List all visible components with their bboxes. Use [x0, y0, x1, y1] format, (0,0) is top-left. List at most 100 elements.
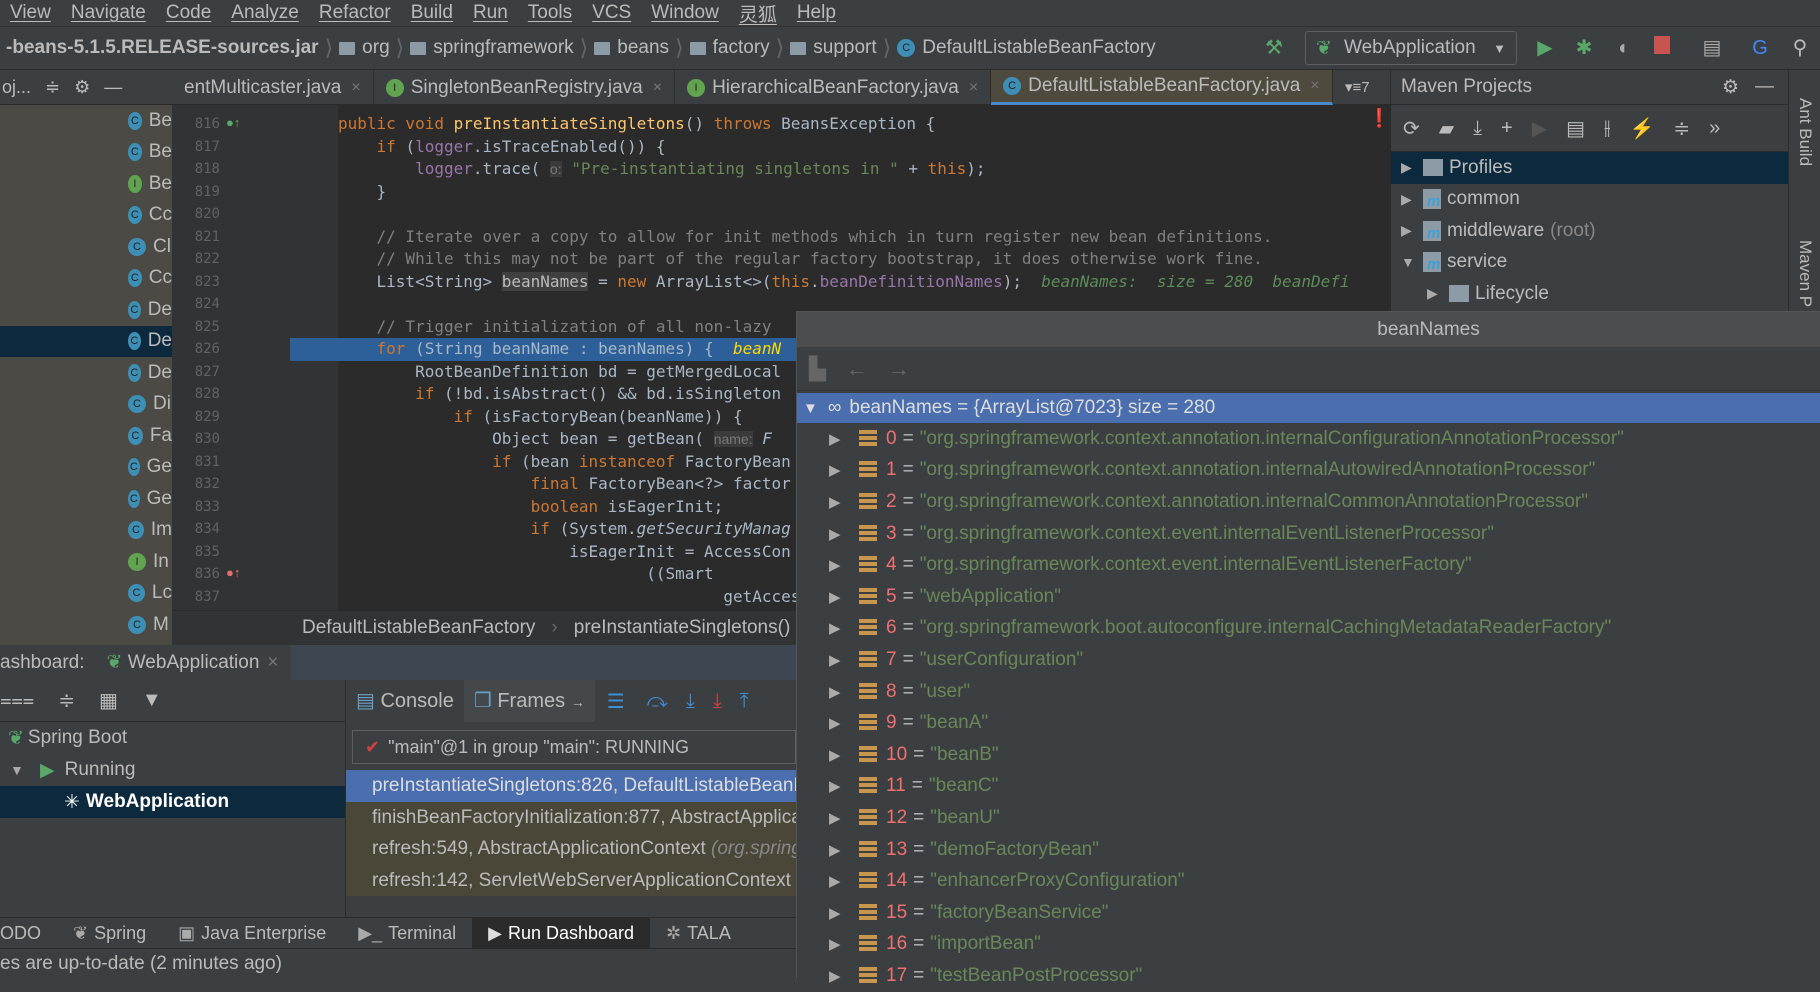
variable-row[interactable]: ▶ 9 = "beanA" — [797, 707, 1820, 739]
breadcrumb-item[interactable]: factory — [684, 37, 776, 59]
variable-row[interactable]: ▶ 12 = "beanU" — [797, 802, 1820, 834]
download-icon[interactable]: ⤓ — [1473, 117, 1482, 140]
tool-tab-tala[interactable]: ✲ TALA — [650, 918, 747, 949]
tab-entmulticaster[interactable]: entMulticaster.java × — [172, 70, 374, 105]
menu-item[interactable]: Window — [641, 2, 729, 24]
group-icon[interactable]: ▦ — [99, 688, 118, 713]
run-goal-icon[interactable]: ▶ — [1532, 116, 1547, 141]
minimize-icon[interactable]: — — [1755, 76, 1774, 98]
tab-hierarchicalbeanfactory[interactable]: I HierarchicalBeanFactory.java × — [675, 70, 992, 105]
gear-icon[interactable]: ⚙ — [1722, 76, 1739, 99]
close-icon[interactable]: × — [267, 652, 278, 673]
folder-icon[interactable]: ▙ — [809, 356, 826, 382]
variable-row[interactable]: ▶ 3 = "org.springframework.context.event.in… — [797, 518, 1820, 550]
project-tree-item[interactable]: C Cl — [0, 231, 172, 263]
thread-select[interactable]: ✔ "main"@1 in group "main": RUNNING — [352, 730, 796, 764]
lambda-gutter-icon[interactable]: ●↑ — [226, 565, 240, 580]
variable-row[interactable]: ▶ 14 = "enhancerProxyConfiguration" — [797, 865, 1820, 897]
step-over-icon[interactable]: ⤼ — [647, 690, 668, 713]
expand-arrow-icon[interactable]: ▶ — [829, 430, 859, 448]
project-tree-item[interactable]: C Ge — [0, 483, 172, 515]
expand-arrow-icon[interactable]: ▶ — [829, 714, 859, 732]
tree-item-webapplication[interactable]: ✳ WebApplication — [0, 786, 345, 818]
project-structure-icon[interactable]: ▤ — [1700, 36, 1724, 60]
variable-row[interactable]: ▶ 13 = "demoFactoryBean" — [797, 834, 1820, 866]
show-execution-point-icon[interactable]: ☰ — [607, 689, 625, 714]
expand-arrow-icon[interactable]: ▶ — [1427, 285, 1449, 302]
maven-projects-tab[interactable]: Maven P — [1795, 240, 1815, 307]
expand-arrow-icon[interactable]: ▶ — [829, 683, 859, 701]
run-configuration-select[interactable]: ❦ WebApplication ▼ — [1305, 31, 1517, 65]
menu-item[interactable]: Refactor — [309, 2, 401, 24]
project-tree-item[interactable]: I Be — [0, 168, 172, 200]
tool-tab-java-enterprise[interactable]: ▣ Java Enterprise — [162, 918, 342, 949]
expand-arrow-icon[interactable]: ▶ — [829, 904, 859, 922]
variable-row[interactable]: ▶ 4 = "org.springframework.context.event.in… — [797, 549, 1820, 581]
build-hammer-icon[interactable]: ⚒ — [1262, 36, 1286, 60]
menu-item[interactable]: 灵狐 — [729, 0, 787, 27]
menu-item[interactable]: Analyze — [221, 2, 309, 24]
skip-tests-icon[interactable]: ⚡ — [1629, 116, 1654, 141]
breadcrumb-item[interactable]: beans — [588, 37, 675, 59]
maven-item-profiles[interactable]: ▶ Profiles — [1391, 152, 1788, 184]
breadcrumb-item[interactable]: springframework — [404, 37, 579, 59]
tool-tab-terminal[interactable]: ▶_ Terminal — [342, 918, 472, 949]
gear-icon[interactable]: ⚙ — [74, 77, 90, 98]
variable-row[interactable]: ▶ 15 = "factoryBeanService" — [797, 897, 1820, 929]
maven-item-lifecycle[interactable]: ▶ Lifecycle — [1391, 278, 1788, 310]
maven-settings-icon[interactable]: ▤ — [1566, 116, 1585, 141]
expand-arrow-icon[interactable]: ▶ — [829, 619, 859, 637]
force-step-into-icon[interactable]: ⤓ — [713, 690, 722, 713]
minimize-icon[interactable]: — — [104, 77, 122, 98]
implements-gutter-icon[interactable]: ●↑ — [226, 115, 240, 130]
toggle-offline-icon[interactable]: ⫲ — [1604, 117, 1610, 140]
collapse-all-icon[interactable]: ≑ — [1673, 116, 1690, 141]
tab-overflow-button[interactable]: ▾≡7 — [1345, 78, 1370, 96]
run-icon[interactable]: ▶ — [1533, 36, 1557, 60]
expand-arrow-icon[interactable]: ▶ — [829, 777, 859, 795]
project-tree-item[interactable]: C Ge — [0, 452, 172, 484]
close-icon[interactable]: × — [351, 79, 360, 97]
stop-icon[interactable] — [1650, 36, 1674, 60]
project-tree-item[interactable]: CM — [0, 609, 172, 641]
project-tree-item[interactable]: C Di — [0, 389, 172, 421]
project-tree-item[interactable]: C Be — [0, 105, 172, 137]
breadcrumb-item[interactable]: C DefaultListableBeanFactory — [891, 37, 1161, 59]
expand-arrow-icon[interactable]: ▶ — [829, 461, 859, 479]
variable-row[interactable]: ▶ 17 = "testBeanPostProcessor" — [797, 960, 1820, 992]
expand-arrow-icon[interactable]: ▶ — [1401, 159, 1423, 176]
stack-frame[interactable]: preInstantiateSingletons:826, DefaultLis… — [346, 770, 796, 802]
run-dashboard-tab-webapp[interactable]: ❦ WebApplication × — [94, 645, 291, 680]
expand-arrow-icon[interactable]: ▶ — [829, 809, 859, 827]
menu-item[interactable]: Run — [463, 2, 518, 24]
variable-row[interactable]: ▶ 5 = "webApplication" — [797, 581, 1820, 613]
expand-arrow-icon[interactable]: ▶ — [829, 588, 859, 606]
project-tree-item[interactable]: C Fa — [0, 420, 172, 452]
project-tree-item[interactable]: C De — [0, 294, 172, 326]
forward-arrow-icon[interactable]: → — [888, 356, 910, 382]
step-into-icon[interactable]: ⤓ — [686, 690, 695, 713]
tree-item-spring-boot[interactable]: ❦ Spring Boot — [0, 722, 345, 754]
project-tree-item[interactable]: C De — [0, 325, 172, 357]
menu-item[interactable]: View — [0, 2, 61, 24]
project-tree-item[interactable]: C Lc — [0, 578, 172, 610]
menu-item[interactable]: Help — [787, 2, 846, 24]
project-tree-item[interactable]: C Cc — [0, 200, 172, 232]
menu-item[interactable]: Tools — [518, 2, 582, 24]
variable-row[interactable]: ▶ 11 = "beanC" — [797, 771, 1820, 803]
breadcrumb-item[interactable]: -beans-5.1.5.RELEASE-sources.jar — [0, 37, 325, 59]
more-icon[interactable]: » — [1709, 117, 1720, 140]
tool-tab-odo[interactable]: ODO — [0, 918, 57, 949]
menu-item[interactable]: Code — [156, 2, 221, 24]
expand-arrow-icon[interactable]: ▶ — [1401, 191, 1423, 208]
maven-item-common[interactable]: ▶ common — [1391, 184, 1788, 216]
generate-sources-icon[interactable]: ▰ — [1439, 116, 1454, 141]
error-indicator-icon[interactable]: ❗ — [1368, 108, 1390, 129]
expand-arrow-icon[interactable]: ▶ — [829, 872, 859, 890]
variable-row[interactable]: ▶ 16 = "importBean" — [797, 929, 1820, 961]
back-arrow-icon[interactable]: ← — [846, 356, 868, 382]
expand-arrow-icon[interactable]: ▶ — [1401, 222, 1423, 239]
breadcrumb-method[interactable]: preInstantiateSingletons() — [574, 617, 791, 639]
translate-icon[interactable]: G — [1748, 36, 1772, 60]
menu-item[interactable]: Build — [401, 2, 463, 24]
